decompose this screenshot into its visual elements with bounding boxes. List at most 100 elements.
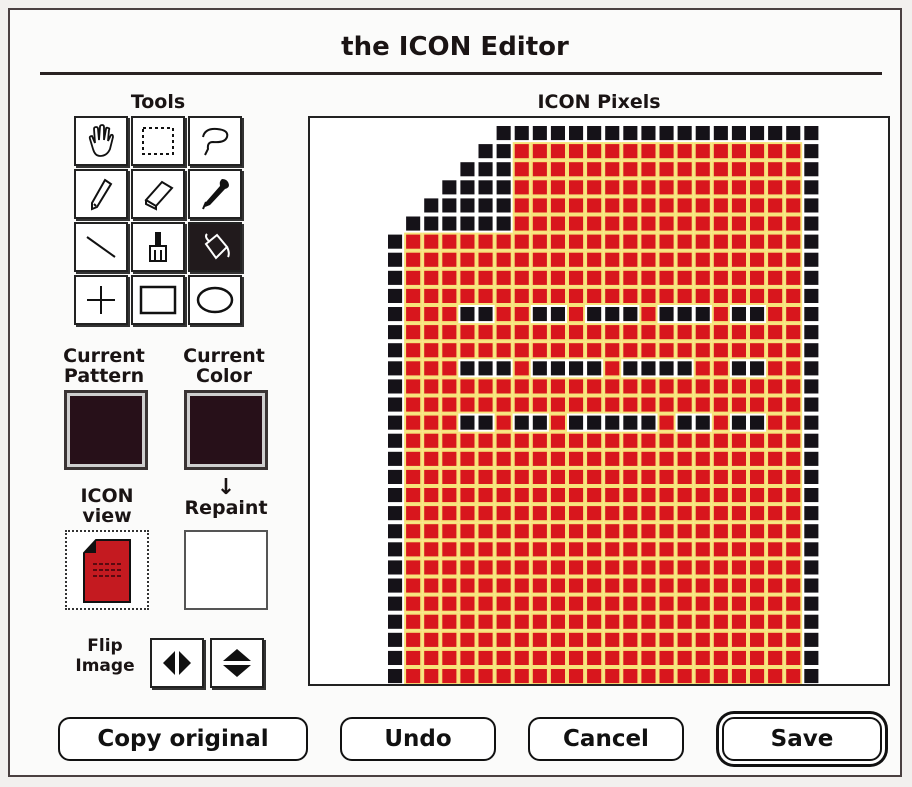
pixel-cell[interactable] [786, 578, 801, 593]
pixel-cell[interactable] [550, 451, 565, 466]
pixel-cell[interactable] [550, 506, 565, 521]
pixel-cell[interactable] [460, 397, 475, 412]
pixel-cell[interactable] [768, 488, 783, 503]
pixel-cell[interactable] [641, 343, 656, 358]
pixel-cell[interactable] [532, 506, 547, 521]
pixel-cell[interactable] [695, 198, 710, 213]
pixel-cell[interactable] [424, 542, 439, 557]
pixel-cell[interactable] [424, 216, 439, 231]
pixel-cell[interactable] [605, 397, 620, 412]
pixel-cell[interactable] [677, 144, 692, 159]
pixel-cell[interactable] [695, 614, 710, 629]
pixel-cell[interactable] [442, 451, 457, 466]
pixel-cell[interactable] [388, 650, 403, 665]
pixel-cell[interactable] [695, 650, 710, 665]
pixel-cell[interactable] [641, 144, 656, 159]
pixel-cell[interactable] [388, 252, 403, 267]
pixel-cell[interactable] [496, 433, 511, 448]
pixel-cell[interactable] [750, 469, 765, 484]
pixel-cell[interactable] [695, 234, 710, 249]
pixel-cell[interactable] [532, 669, 547, 684]
pixel-cell[interactable] [388, 325, 403, 340]
pixel-cell[interactable] [569, 180, 584, 195]
pixel-cell[interactable] [496, 560, 511, 575]
pixel-cell[interactable] [532, 234, 547, 249]
pixel-cell[interactable] [587, 415, 602, 430]
pixel-cell[interactable] [641, 469, 656, 484]
pixel-cell[interactable] [786, 343, 801, 358]
pixel-cell[interactable] [478, 361, 493, 376]
pixel-cell[interactable] [514, 379, 529, 394]
pixel-cell[interactable] [550, 596, 565, 611]
pixel-cell[interactable] [731, 397, 746, 412]
pixel-cell[interactable] [496, 524, 511, 539]
pixel-cell[interactable] [641, 650, 656, 665]
pixel-cell[interactable] [442, 288, 457, 303]
pixel-cell[interactable] [605, 288, 620, 303]
pixel-cell[interactable] [750, 126, 765, 141]
pixel-cell[interactable] [641, 234, 656, 249]
pixel-cell[interactable] [623, 361, 638, 376]
pixel-cell[interactable] [677, 288, 692, 303]
crosshair-tool[interactable] [74, 275, 128, 325]
pixel-cell[interactable] [442, 361, 457, 376]
pixel-cell[interactable] [388, 415, 403, 430]
pixel-cell[interactable] [550, 288, 565, 303]
pixel-cell[interactable] [768, 343, 783, 358]
pixel-cell[interactable] [804, 469, 819, 484]
pixel-cell[interactable] [659, 488, 674, 503]
pixel-cell[interactable] [731, 469, 746, 484]
pixel-cell[interactable] [569, 198, 584, 213]
pixel-cell[interactable] [641, 397, 656, 412]
pixel-cell[interactable] [713, 234, 728, 249]
pixel-cell[interactable] [569, 578, 584, 593]
pixel-cell[interactable] [587, 216, 602, 231]
pixel-cell[interactable] [641, 596, 656, 611]
pixel-cell[interactable] [587, 632, 602, 647]
pixel-cell[interactable] [442, 343, 457, 358]
pixel-cell[interactable] [731, 650, 746, 665]
pixel-cell[interactable] [750, 343, 765, 358]
pixel-cell[interactable] [641, 307, 656, 322]
pixel-cell[interactable] [532, 488, 547, 503]
pixel-cell[interactable] [569, 542, 584, 557]
pixel-cell[interactable] [695, 397, 710, 412]
pixel-cell[interactable] [768, 216, 783, 231]
pixel-cell[interactable] [605, 506, 620, 521]
pixel-cell[interactable] [695, 469, 710, 484]
pixel-cell[interactable] [641, 325, 656, 340]
pixel-cell[interactable] [677, 614, 692, 629]
pixel-cell[interactable] [804, 415, 819, 430]
pixel-cell[interactable] [406, 578, 421, 593]
pixel-cell[interactable] [804, 325, 819, 340]
pixel-cell[interactable] [659, 506, 674, 521]
pixel-cell[interactable] [587, 542, 602, 557]
pixel-cell[interactable] [460, 198, 475, 213]
pixel-cell[interactable] [677, 415, 692, 430]
pixel-cell[interactable] [786, 270, 801, 285]
pixel-cell[interactable] [731, 451, 746, 466]
pixel-cell[interactable] [623, 270, 638, 285]
pixel-cell[interactable] [641, 542, 656, 557]
hand-tool[interactable] [74, 116, 128, 166]
pixel-cell[interactable] [786, 144, 801, 159]
pixel-cell[interactable] [786, 433, 801, 448]
pixel-cell[interactable] [388, 451, 403, 466]
pixel-cell[interactable] [532, 325, 547, 340]
pixel-cell[interactable] [550, 270, 565, 285]
pixel-cell[interactable] [731, 632, 746, 647]
pixel-cell[interactable] [496, 415, 511, 430]
pixel-cell[interactable] [677, 506, 692, 521]
pixel-cell[interactable] [532, 270, 547, 285]
pixel-cell[interactable] [478, 650, 493, 665]
pixel-cell[interactable] [623, 198, 638, 213]
pixel-cell[interactable] [659, 288, 674, 303]
pixel-cell[interactable] [641, 433, 656, 448]
pixel-cell[interactable] [442, 669, 457, 684]
pixel-cell[interactable] [569, 144, 584, 159]
pixel-cell[interactable] [406, 252, 421, 267]
pixel-cell[interactable] [605, 560, 620, 575]
pixel-cell[interactable] [605, 542, 620, 557]
pixel-cell[interactable] [496, 216, 511, 231]
pixel-cell[interactable] [623, 252, 638, 267]
